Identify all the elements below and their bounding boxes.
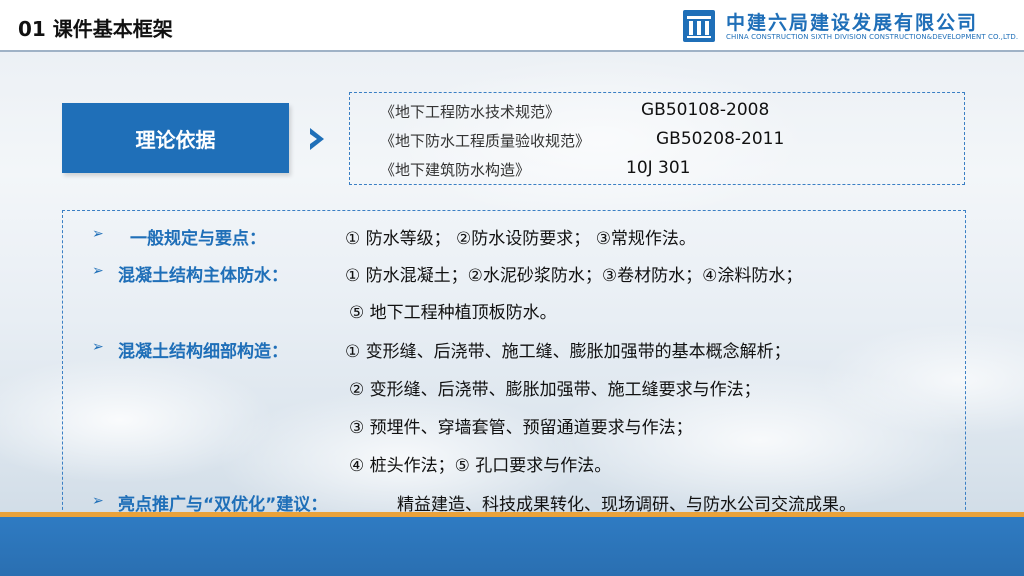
section-line: ① 防水等级； ②防水设防要求； ③常规作法。 xyxy=(345,229,696,249)
company-name-cn: 中建六局建设发展有限公司 xyxy=(726,12,979,34)
section-line: ① 防水混凝土；②水泥砂浆防水；③卷材防水；④涂料防水； xyxy=(345,266,803,286)
chevron-right-icon xyxy=(306,126,330,156)
header-bar: 01 课件基本框架 中建六局建设发展有限公司 CHINA CONSTRUCTIO… xyxy=(0,0,1024,52)
bullet-arrow-icon: ➢ xyxy=(92,339,104,355)
reference-list: 《地下工程防水技术规范》 GB50108-2008 《地下防水工程质量验收规范》… xyxy=(349,92,965,185)
section-line: ③ 预埋件、穿墙套管、预留通道要求与作法； xyxy=(349,418,693,438)
reference-code: GB50108-2008 xyxy=(641,100,770,120)
bullet-arrow-icon: ➢ xyxy=(92,226,104,242)
section-label-concrete-detail: 混凝土结构细部构造： xyxy=(118,342,288,362)
reference-code: 10J 301 xyxy=(626,158,691,178)
section-line: ⑤ 地下工程种植顶板防水。 xyxy=(349,303,557,323)
section-line: ④ 桩头作法；⑤ 孔口要求与作法。 xyxy=(349,456,612,476)
reference-name: 《地下建筑防水构造》 xyxy=(380,161,531,179)
section-line: ② 变形缝、后浇带、膨胀加强带、施工缝要求与作法； xyxy=(349,380,761,400)
bullet-arrow-icon: ➢ xyxy=(92,263,104,279)
reference-item: 《地下建筑防水构造》 xyxy=(380,159,530,180)
section-line: ① 变形缝、后浇带、施工缝、膨胀加强带的基本概念解析； xyxy=(345,342,791,362)
page-title: 01 课件基本框架 xyxy=(18,17,173,41)
company-logo-icon xyxy=(683,10,715,42)
section-label-general: 一般规定与要点： xyxy=(130,229,266,249)
reference-item: 《地下防水工程质量验收规范》 xyxy=(380,130,590,151)
reference-name: 《地下工程防水技术规范》 xyxy=(380,103,561,121)
reference-code: GB50208-2011 xyxy=(656,129,785,149)
footer-accent-stripe xyxy=(0,512,1024,517)
section-label-concrete-main: 混凝土结构主体防水： xyxy=(118,266,288,286)
theory-basis-label: 理论依据 xyxy=(135,127,216,152)
footer-bar xyxy=(0,512,1024,576)
reference-name: 《地下防水工程质量验收规范》 xyxy=(380,132,591,150)
reference-item: 《地下工程防水技术规范》 xyxy=(380,101,560,122)
bullet-arrow-icon: ➢ xyxy=(92,493,104,509)
theory-basis-box: 理论依据 xyxy=(62,103,289,173)
company-name-en: CHINA CONSTRUCTION SIXTH DIVISION CONSTR… xyxy=(726,33,1019,41)
